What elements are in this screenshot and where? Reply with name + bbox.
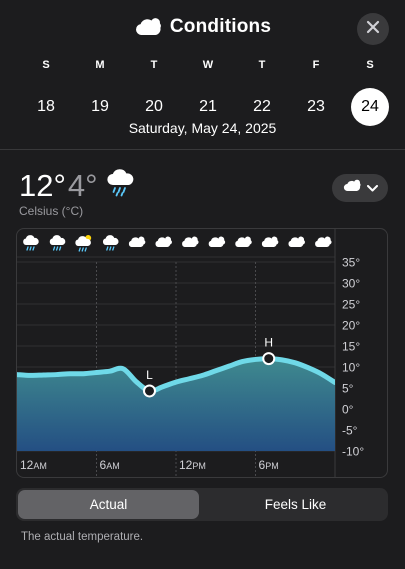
day-19[interactable]: M 19 (80, 58, 120, 126)
y-tick-label: 30° (342, 277, 360, 291)
y-axis-labels: 35° 30° 25° 20° 15° 10° 5° 0° -5° -10° (342, 256, 364, 459)
hourly-condition-icons (23, 235, 332, 252)
high-marker-label: H (264, 336, 273, 350)
cloud-icon (288, 236, 305, 247)
x-axis-labels: 12AM 6AM 12PM 6PM (20, 458, 279, 472)
temperature-summary: 12° 4° (19, 166, 136, 204)
y-tick-label: 20° (342, 319, 360, 333)
cloud-icon (261, 236, 279, 247)
chart-description: The actual temperature. (21, 531, 144, 543)
x-tick-label: 12PM (179, 458, 206, 472)
feels-like-tab[interactable]: Feels Like (205, 490, 386, 519)
actual-tab[interactable]: Actual (18, 490, 199, 519)
close-icon (366, 20, 380, 39)
selected-date-label: Saturday, May 24, 2025 (128, 120, 277, 136)
low-marker (143, 384, 156, 398)
day-24-selected[interactable]: S 24 (350, 58, 390, 126)
day-of-week: S (42, 59, 50, 71)
x-tick-label: 6PM (259, 458, 279, 472)
cloud-icon (208, 236, 226, 247)
temperature-chart-svg: L H 35° 30° 25° 20° 15° 10° 5° 0° -5° -10° 12AM 6AM… (17, 229, 364, 477)
week-strip: S 18 M 19 T 20 W 21 T 22 F 23 S 24 (18, 58, 389, 126)
day-of-week: M (95, 59, 105, 71)
cloud-icon (155, 236, 172, 247)
low-marker-label: L (146, 368, 153, 382)
cloud-icon (235, 236, 252, 247)
y-tick-label: -10° (342, 445, 364, 459)
header: Conditions (0, 0, 405, 60)
temperature-chart: L H 35° 30° 25° 20° 15° 10° 5° 0° -5° -10° 12AM 6AM… (16, 228, 388, 478)
cloud-icon (343, 179, 361, 197)
day-20[interactable]: T 20 (134, 58, 174, 126)
day-of-week: S (366, 59, 374, 71)
high-marker (262, 352, 276, 366)
high-temperature: 12° (19, 168, 66, 203)
day-of-week: F (312, 59, 320, 71)
partly-cloudy-rain-icon (75, 235, 92, 252)
chevron-down-icon (366, 179, 378, 197)
y-tick-label: 35° (342, 256, 360, 270)
divider (0, 149, 405, 150)
y-tick-label: 15° (342, 340, 360, 354)
cloud-icon (128, 236, 146, 247)
rain-cloud-icon (49, 235, 66, 251)
y-tick-label: -5° (342, 424, 358, 438)
cloud-icon (315, 236, 332, 247)
title-row: Conditions (0, 16, 405, 38)
page-title: Conditions (169, 16, 272, 37)
temperature-area (17, 356, 335, 451)
unit-label: Celsius (°C) (19, 204, 84, 218)
y-tick-label: 25° (342, 298, 360, 312)
day-of-week: T (258, 59, 266, 71)
day-of-week: T (150, 59, 158, 71)
temperature-mode-control: Actual Feels Like (16, 488, 388, 521)
x-tick-label: 6AM (100, 458, 120, 472)
close-button[interactable] (357, 13, 389, 45)
rain-cloud-icon (102, 235, 119, 251)
condition-menu-button[interactable] (332, 174, 388, 202)
day-23[interactable]: F 23 (296, 58, 336, 126)
y-tick-label: 10° (342, 361, 360, 375)
low-temperature: 4° (67, 168, 98, 203)
cloud-icon (182, 236, 199, 247)
day-21[interactable]: W 21 (188, 58, 228, 126)
rain-cloud-icon (106, 168, 136, 203)
x-tick-label: 12AM (20, 458, 47, 472)
y-tick-label: 0° (342, 403, 354, 417)
y-tick-label: 5° (342, 382, 354, 396)
day-22[interactable]: T 22 (242, 58, 282, 126)
day-of-week: W (202, 59, 214, 71)
cloud-icon (134, 17, 162, 37)
rain-cloud-icon (23, 235, 39, 251)
day-18[interactable]: S 18 (26, 58, 66, 126)
